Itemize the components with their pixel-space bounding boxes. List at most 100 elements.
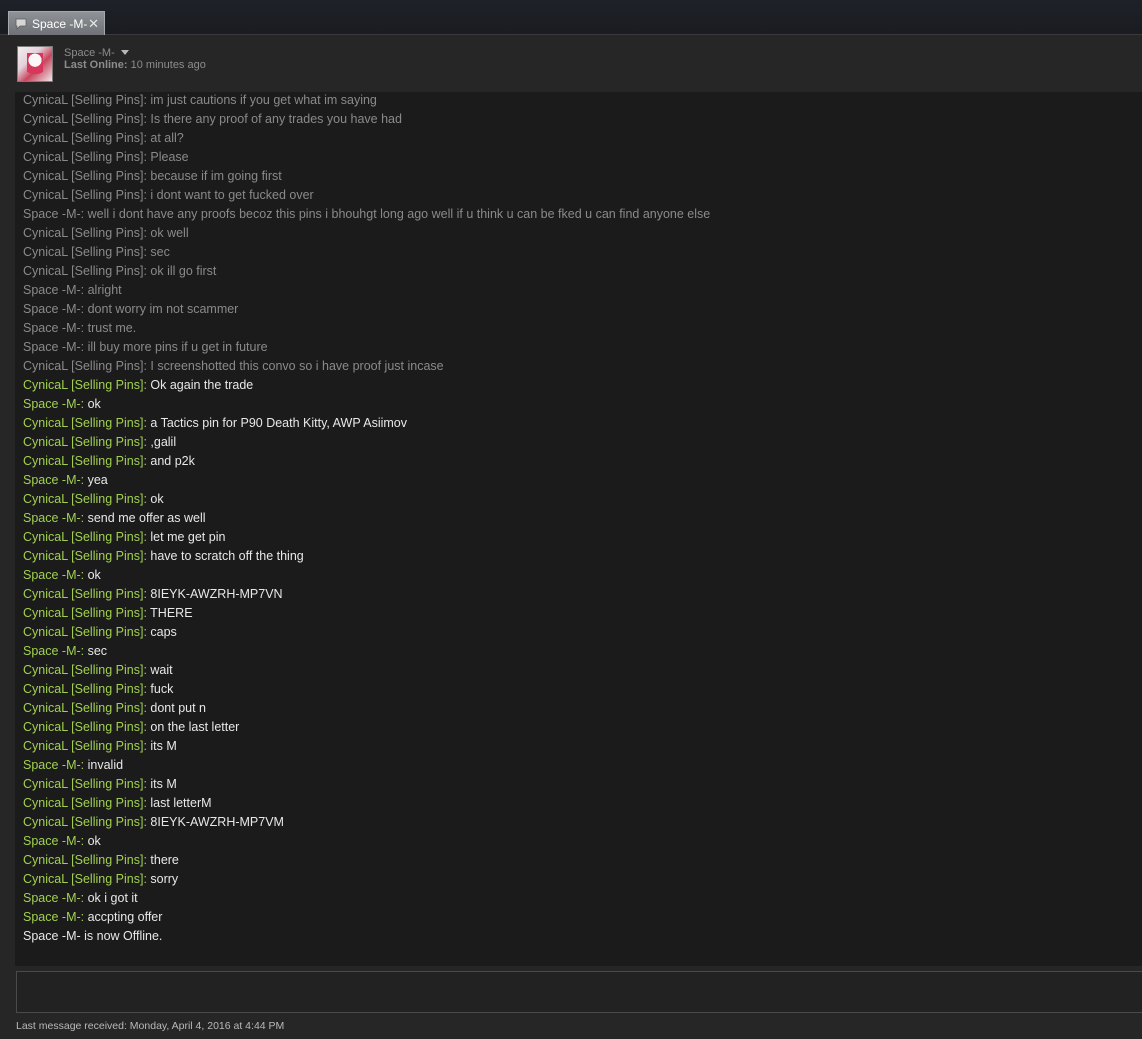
chat-message: Space -M-: invalid bbox=[23, 757, 123, 773]
message-sender[interactable]: CynicaL [Selling Pins] bbox=[23, 739, 143, 753]
message-sender[interactable]: CynicaL [Selling Pins] bbox=[23, 606, 143, 620]
chat-message: CynicaL [Selling Pins]: dont put n bbox=[23, 700, 206, 716]
message-text: dont worry im not scammer bbox=[87, 302, 239, 316]
message-sender[interactable]: CynicaL [Selling Pins] bbox=[23, 796, 143, 810]
avatar-image bbox=[27, 53, 43, 77]
message-sender[interactable]: CynicaL [Selling Pins] bbox=[23, 682, 143, 696]
message-text: well i dont have any proofs becoz this p… bbox=[87, 207, 711, 221]
message-sender[interactable]: CynicaL [Selling Pins] bbox=[23, 188, 143, 202]
chat-message: Space -M-: send me offer as well bbox=[23, 510, 206, 526]
chat-message: CynicaL [Selling Pins]: a Tactics pin fo… bbox=[23, 415, 407, 431]
message-text: ok bbox=[87, 397, 101, 411]
message-sender[interactable]: CynicaL [Selling Pins] bbox=[23, 549, 143, 563]
message-text: yea bbox=[87, 473, 108, 487]
message-sender[interactable]: Space -M- bbox=[23, 758, 81, 772]
message-sender[interactable]: CynicaL [Selling Pins] bbox=[23, 663, 143, 677]
chat-message: CynicaL [Selling Pins]: im just cautions… bbox=[23, 92, 377, 108]
message-sender[interactable]: Space -M- bbox=[23, 283, 81, 297]
message-sender[interactable]: CynicaL [Selling Pins] bbox=[23, 625, 143, 639]
message-sender[interactable]: CynicaL [Selling Pins] bbox=[23, 587, 143, 601]
message-text: caps bbox=[150, 625, 177, 639]
message-sender[interactable]: Space -M- bbox=[23, 891, 81, 905]
message-sender[interactable]: Space -M- bbox=[23, 473, 81, 487]
chat-window: Space -M- ✕ Space -M- Last Online: 10 mi… bbox=[0, 0, 1142, 1039]
message-sender[interactable]: Space -M- bbox=[23, 340, 81, 354]
chat-message: CynicaL [Selling Pins]: 8IEYK-AWZRH-MP7V… bbox=[23, 586, 283, 602]
chat-message: CynicaL [Selling Pins]: and p2k bbox=[23, 453, 195, 469]
message-sender[interactable]: CynicaL [Selling Pins] bbox=[23, 226, 143, 240]
chat-bubble-icon bbox=[15, 18, 27, 30]
message-sender[interactable]: CynicaL [Selling Pins] bbox=[23, 264, 143, 278]
chat-message: CynicaL [Selling Pins]: ok bbox=[23, 491, 164, 507]
message-sender[interactable]: CynicaL [Selling Pins] bbox=[23, 150, 143, 164]
message-text: im just cautions if you get what im sayi… bbox=[150, 93, 377, 107]
chat-message: Space -M-: ok bbox=[23, 567, 101, 583]
message-text: ok well bbox=[150, 226, 189, 240]
message-sender[interactable]: Space -M- bbox=[23, 397, 81, 411]
message-separator: : bbox=[80, 568, 88, 582]
message-separator: : bbox=[80, 340, 88, 354]
message-input-area[interactable] bbox=[16, 971, 1142, 1013]
tab-chat-space-m[interactable]: Space -M- ✕ bbox=[8, 11, 105, 35]
message-sender[interactable]: CynicaL [Selling Pins] bbox=[23, 245, 143, 259]
message-text: i dont want to get fucked over bbox=[150, 188, 314, 202]
last-message-status: Last message received: Monday, April 4, … bbox=[16, 1020, 285, 1032]
message-text: ok bbox=[87, 834, 101, 848]
chat-input[interactable] bbox=[17, 972, 1142, 1012]
status-label: Last Online: bbox=[64, 59, 128, 71]
message-separator: : bbox=[80, 321, 88, 335]
chat-message: CynicaL [Selling Pins]: sec bbox=[23, 244, 170, 260]
message-sender[interactable]: CynicaL [Selling Pins] bbox=[23, 416, 143, 430]
message-sender[interactable]: Space -M- bbox=[23, 511, 81, 525]
friend-name[interactable]: Space -M- bbox=[64, 47, 115, 59]
chat-message: CynicaL [Selling Pins]: ok well bbox=[23, 225, 189, 241]
message-text: last letterM bbox=[150, 796, 212, 810]
message-sender[interactable]: CynicaL [Selling Pins] bbox=[23, 720, 143, 734]
message-sender[interactable]: CynicaL [Selling Pins] bbox=[23, 492, 143, 506]
chat-message: Space -M-: trust me. bbox=[23, 320, 136, 336]
system-message: Space -M- is now Offline. bbox=[23, 928, 162, 944]
close-icon[interactable]: ✕ bbox=[88, 17, 99, 30]
message-sender[interactable]: Space -M- bbox=[23, 910, 81, 924]
message-sender[interactable]: CynicaL [Selling Pins] bbox=[23, 454, 143, 468]
chat-message: CynicaL [Selling Pins]: ,galil bbox=[23, 434, 176, 450]
message-sender[interactable]: CynicaL [Selling Pins] bbox=[23, 701, 143, 715]
message-text: sorry bbox=[150, 872, 179, 886]
message-text: dont put n bbox=[150, 701, 206, 715]
message-sender[interactable]: CynicaL [Selling Pins] bbox=[23, 112, 143, 126]
message-sender[interactable]: Space -M- bbox=[23, 644, 81, 658]
message-sender[interactable]: CynicaL [Selling Pins] bbox=[23, 169, 143, 183]
caret-down-icon[interactable] bbox=[121, 50, 129, 55]
avatar[interactable] bbox=[17, 46, 53, 82]
chat-message: CynicaL [Selling Pins]: Please bbox=[23, 149, 189, 165]
friend-status: Last Online: 10 minutes ago bbox=[64, 59, 206, 71]
message-text: let me get pin bbox=[150, 530, 226, 544]
message-sender[interactable]: CynicaL [Selling Pins] bbox=[23, 93, 143, 107]
chat-message: CynicaL [Selling Pins]: THERE bbox=[23, 605, 193, 621]
message-text: its M bbox=[150, 777, 177, 791]
chat-message: Space -M-: sec bbox=[23, 643, 107, 659]
message-sender[interactable]: CynicaL [Selling Pins] bbox=[23, 872, 143, 886]
chat-message: Space -M-: yea bbox=[23, 472, 108, 488]
message-sender[interactable]: Space -M- bbox=[23, 834, 81, 848]
message-text: on the last letter bbox=[150, 720, 240, 734]
message-sender[interactable]: CynicaL [Selling Pins] bbox=[23, 131, 143, 145]
message-separator: : bbox=[80, 511, 88, 525]
message-sender[interactable]: Space -M- bbox=[23, 302, 81, 316]
message-sender[interactable]: Space -M- bbox=[23, 321, 81, 335]
message-sender[interactable]: CynicaL [Selling Pins] bbox=[23, 359, 143, 373]
message-separator: : bbox=[80, 283, 88, 297]
message-text: accpting offer bbox=[87, 910, 163, 924]
message-sender[interactable]: CynicaL [Selling Pins] bbox=[23, 777, 143, 791]
message-sender[interactable]: CynicaL [Selling Pins] bbox=[23, 853, 143, 867]
message-separator: : bbox=[80, 397, 88, 411]
message-sender[interactable]: CynicaL [Selling Pins] bbox=[23, 530, 143, 544]
message-sender[interactable]: CynicaL [Selling Pins] bbox=[23, 435, 143, 449]
message-sender[interactable]: Space -M- bbox=[23, 207, 81, 221]
message-sender[interactable]: Space -M- bbox=[23, 568, 81, 582]
message-sender[interactable]: CynicaL [Selling Pins] bbox=[23, 815, 143, 829]
message-text: there bbox=[150, 853, 179, 867]
message-log[interactable]: CynicaL [Selling Pins]: im just cautions… bbox=[15, 92, 1142, 966]
chat-message: CynicaL [Selling Pins]: let me get pin bbox=[23, 529, 225, 545]
message-sender[interactable]: CynicaL [Selling Pins] bbox=[23, 378, 143, 392]
